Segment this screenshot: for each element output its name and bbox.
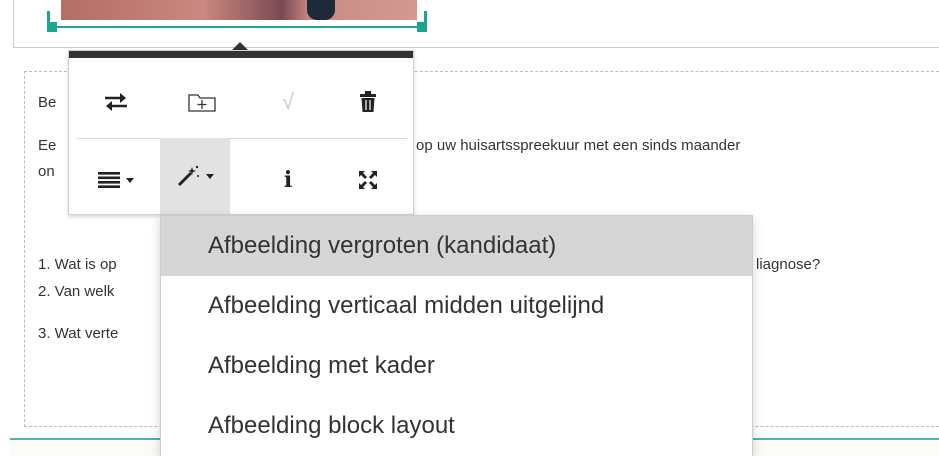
delete-image-button[interactable] [333,69,403,135]
image-info-button[interactable]: i [253,147,323,213]
image-dark-region [307,0,335,20]
menu-item-enlarge-image[interactable]: Afbeelding vergroten (kandidaat) [161,216,752,276]
menu-item-with-frame[interactable]: Afbeelding met kader [161,336,752,396]
resize-handle-left[interactable] [47,22,57,32]
swap-arrows-icon [103,92,129,112]
check-icon: √ [281,89,295,114]
image-style-menu: Afbeelding vergroten (kandidaat) Afbeeld… [160,215,753,456]
confirm-button[interactable]: √ [253,69,323,135]
replace-image-button[interactable] [81,69,151,135]
expand-icon [358,170,378,190]
question-3: 3. Wat verte [38,325,119,342]
fullscreen-button[interactable] [333,147,403,213]
question-2: 2. Van welk [38,283,115,300]
align-justify-icon [98,172,120,188]
menu-item-vertical-middle[interactable]: Afbeelding verticaal midden uitgelijnd [161,276,752,336]
insert-folder-button[interactable] [167,69,237,135]
menu-item-block-layout[interactable]: Afbeelding block layout [161,396,752,456]
editor-text-line: on [38,163,55,180]
align-dropdown-button[interactable] [81,147,151,213]
folder-plus-icon [187,91,217,113]
toolbar-pointer [232,42,248,50]
toolbar-top-bar [69,51,413,58]
toolbar-divider [77,138,407,139]
image-style-dropdown-button[interactable] [160,138,230,214]
menu-item-label: Afbeelding vergroten (kandidaat) [208,232,557,259]
editor-text-line: Be [38,94,57,111]
resize-handle-right[interactable] [417,22,427,32]
image-selection-border [54,26,424,28]
menu-item-label: Afbeelding verticaal midden uitgelijnd [208,292,605,319]
trash-icon [359,91,377,113]
question-1: 1. Wat is op [38,256,117,273]
image-toolbar: √ i [68,50,414,215]
magic-wand-icon [176,165,200,187]
selected-image[interactable] [61,0,417,20]
question-1-end: liagnose? [756,256,821,273]
chevron-down-icon [126,177,134,183]
menu-item-label: Afbeelding block layout [208,412,455,439]
editor-text-line: op uw huisartsspreekuur met een sinds ma… [416,137,741,154]
editor-text-line: Ee [38,137,57,154]
menu-item-label: Afbeelding met kader [208,352,435,379]
info-icon: i [283,167,293,193]
chevron-down-icon [206,173,214,179]
